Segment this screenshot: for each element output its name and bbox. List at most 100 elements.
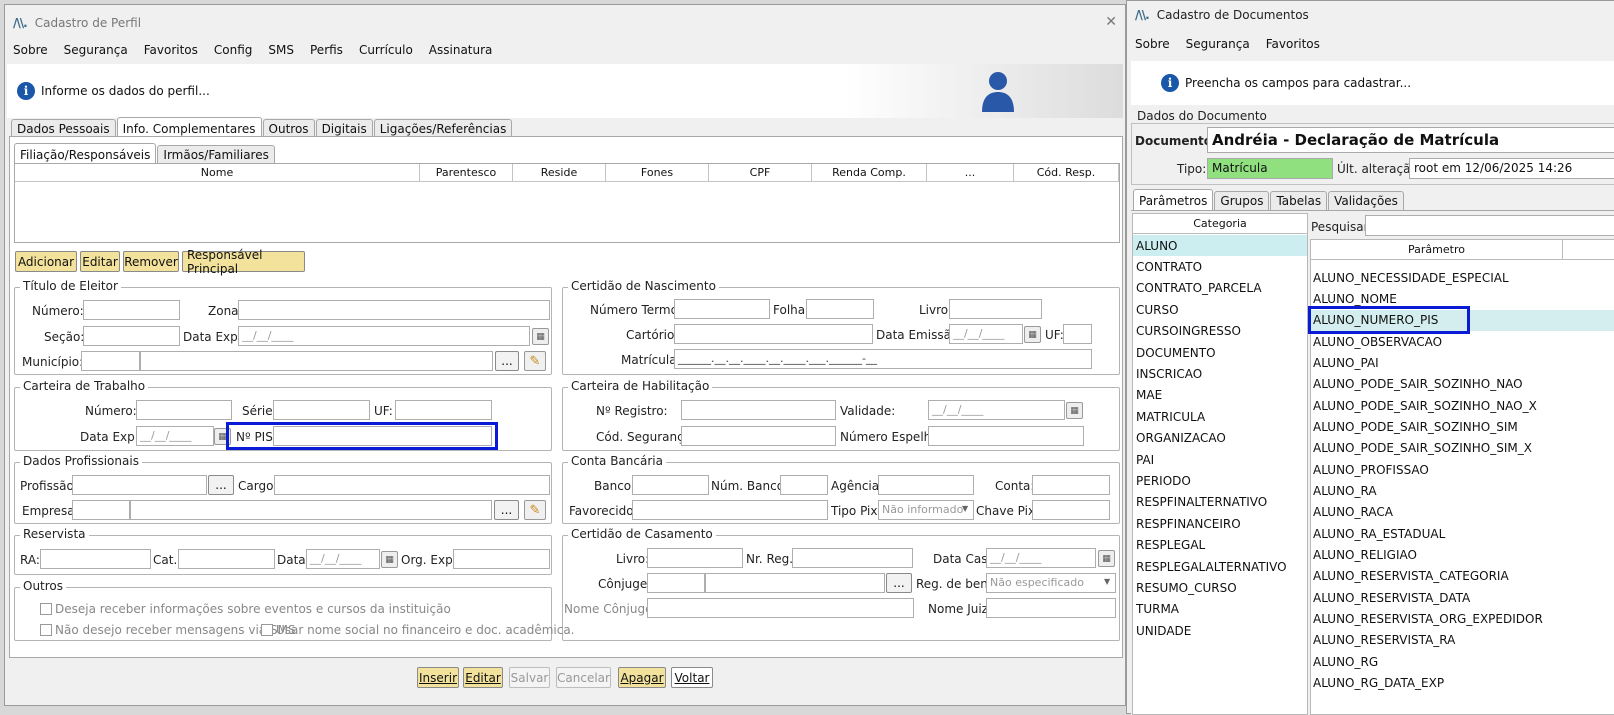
cnh-codseg-input[interactable] — [681, 426, 836, 446]
inserir-button[interactable]: Inserir — [417, 667, 459, 688]
ctps-numero-input[interactable] — [136, 400, 232, 420]
parametro-item[interactable]: ALUNO_RG_DATA_EXP — [1311, 673, 1563, 694]
reservista-cat-input[interactable] — [178, 549, 275, 569]
menu-sms[interactable]: SMS — [268, 43, 294, 57]
parametro-item[interactable]: ALUNO_RA_ESTADUAL — [1311, 523, 1563, 544]
chave-pix-input[interactable] — [1032, 500, 1110, 520]
reg-bens-select[interactable]: Não especificado — [986, 573, 1116, 593]
col-reside[interactable]: Reside — [513, 164, 606, 182]
parametro-item[interactable]: ALUNO_PODE_SAIR_SOZINHO_NAO — [1311, 374, 1563, 395]
categoria-item[interactable]: TURMA — [1133, 599, 1307, 620]
conjuge-code-input[interactable] — [647, 573, 705, 593]
calendar-icon[interactable]: ▦ — [1024, 326, 1041, 343]
data-emissao-input[interactable]: __/__/____ — [949, 324, 1023, 344]
parametro-item[interactable]: ALUNO_PODE_SAIR_SOZINHO_SIM_X — [1311, 438, 1563, 459]
responsaveis-grid[interactable]: Nome Parentesco Reside Fones CPF Renda C… — [14, 163, 1120, 243]
col-cpf[interactable]: CPF — [709, 164, 812, 182]
categoria-item[interactable]: RESPFINALTERNATIVO — [1133, 492, 1307, 513]
conjuge-name-input[interactable] — [705, 573, 885, 593]
menu-seguranca[interactable]: Segurança — [1186, 37, 1250, 51]
cartorio-input[interactable] — [674, 324, 873, 344]
titulo-numero-input[interactable] — [83, 300, 180, 320]
categoria-item[interactable]: CURSO — [1133, 299, 1307, 320]
categoria-item[interactable]: CURSOINGRESSO — [1133, 321, 1307, 342]
categoria-item[interactable]: PERIODO — [1133, 470, 1307, 491]
categoria-item[interactable]: UNIDADE — [1133, 620, 1307, 641]
nome-juiz-input[interactable] — [986, 598, 1116, 618]
empresa-search-button[interactable]: ... — [494, 500, 519, 520]
salvar-button[interactable]: Salvar — [509, 667, 550, 688]
categoria-item[interactable]: MAE — [1133, 385, 1307, 406]
parametro-item[interactable]: ALUNO_RESERVISTA_CATEGORIA — [1311, 566, 1563, 587]
pis-input[interactable] — [273, 426, 492, 446]
agencia-input[interactable] — [878, 475, 974, 495]
parametro-item[interactable]: ALUNO_OBSERVACAO — [1311, 331, 1563, 352]
titulo-secao-input[interactable] — [83, 326, 180, 346]
municipio-search-button[interactable]: ... — [495, 351, 519, 371]
titulo-zona-input[interactable] — [238, 300, 550, 320]
col-renda[interactable]: Renda Comp. — [812, 164, 927, 182]
menu-perfis[interactable]: Perfis — [310, 43, 343, 57]
categoria-item[interactable]: RESPLEGAL — [1133, 535, 1307, 556]
categoria-header[interactable]: Categoria — [1133, 214, 1307, 234]
profissao-search-button[interactable]: ... — [208, 475, 234, 495]
menu-seguranca[interactable]: Segurança — [64, 43, 128, 57]
parametro-item[interactable]: ALUNO_NECESSIDADE_ESPECIAL — [1311, 267, 1563, 288]
tab-parametros[interactable]: Parâmetros — [1133, 189, 1214, 210]
categoria-item[interactable]: CONTRATO — [1133, 256, 1307, 277]
folha-input[interactable] — [806, 299, 874, 319]
profissao-input[interactable] — [72, 475, 207, 495]
casamento-livro-input[interactable] — [647, 548, 743, 568]
parametro-item[interactable]: ALUNO_RELIGIAO — [1311, 545, 1563, 566]
calendar-icon[interactable]: ▦ — [1098, 550, 1115, 567]
tab-tabelas[interactable]: Tabelas — [1270, 191, 1328, 210]
calendar-icon[interactable]: ▦ — [381, 551, 398, 568]
nome-conjuge-input[interactable] — [647, 598, 914, 618]
parametro-item[interactable]: ALUNO_RACA — [1311, 502, 1563, 523]
nao-sms-checkbox[interactable] — [40, 624, 52, 636]
remover-button[interactable]: Remover — [123, 251, 179, 272]
tipo-input[interactable]: Matrícula — [1207, 158, 1333, 179]
categoria-item[interactable]: MATRICULA — [1133, 406, 1307, 427]
ctps-uf-input[interactable] — [395, 400, 492, 420]
empresa-edit-pencil-icon[interactable]: ✎ — [524, 500, 546, 520]
parametro-item[interactable]: ALUNO_RG — [1311, 651, 1563, 672]
editar-grid-button[interactable]: Editar — [80, 251, 120, 272]
municipio-name-input[interactable] — [140, 351, 493, 371]
col-fones[interactable]: Fones — [606, 164, 709, 182]
col-cod-resp[interactable]: Cód. Resp. — [1014, 164, 1119, 182]
categoria-item[interactable]: RESPFINANCEIRO — [1133, 513, 1307, 534]
ctps-dataexp-input[interactable]: __/__/____ — [136, 426, 214, 446]
menu-assinatura[interactable]: Assinatura — [429, 43, 493, 57]
menu-curriculo[interactable]: Currículo — [359, 43, 413, 57]
calendar-icon[interactable]: ▦ — [532, 328, 549, 345]
empresa-code-input[interactable] — [72, 500, 130, 520]
titulo-dataexp-input[interactable]: __/__/____ — [238, 326, 530, 346]
numero-termo-input[interactable] — [674, 299, 770, 319]
categoria-item[interactable]: DOCUMENTO — [1133, 342, 1307, 363]
categoria-item[interactable]: PAI — [1133, 449, 1307, 470]
reservista-org-input[interactable] — [453, 549, 550, 569]
voltar-button[interactable]: Voltar — [671, 667, 713, 688]
tab-grupos[interactable]: Grupos — [1214, 191, 1270, 210]
tab-irmaos-familiares[interactable]: Irmãos/Familiares — [157, 145, 275, 164]
livro-input[interactable] — [949, 299, 1042, 319]
municipio-code-input[interactable] — [81, 351, 140, 371]
cnh-registro-input[interactable] — [681, 400, 836, 420]
parametro-item[interactable]: ALUNO_PODE_SAIR_SOZINHO_NAO_X — [1311, 395, 1563, 416]
menu-favoritos[interactable]: Favoritos — [1266, 37, 1320, 51]
matricula-input[interactable]: ______.__.__.____.__.____.___.______-__ — [674, 349, 1092, 369]
close-icon[interactable]: ✕ — [1105, 14, 1117, 30]
responsavel-principal-button[interactable]: Responsável Principal — [182, 248, 305, 276]
categoria-list[interactable]: Categoria ALUNO CONTRATO CONTRATO_PARCELA C… — [1132, 213, 1308, 715]
cnh-validade-input[interactable]: __/__/____ — [928, 400, 1065, 420]
casamento-data-input[interactable]: __/__/____ — [986, 548, 1096, 568]
menu-sobre[interactable]: Sobre — [13, 43, 48, 57]
tab-validacoes[interactable]: Validações — [1328, 191, 1404, 210]
categoria-item[interactable]: CONTRATO_PARCELA — [1133, 278, 1307, 299]
favorecido-input[interactable] — [632, 500, 828, 520]
menu-sobre[interactable]: Sobre — [1135, 37, 1170, 51]
parametro-header[interactable]: Parâmetro — [1311, 240, 1563, 260]
categoria-item[interactable]: ALUNO — [1133, 235, 1307, 256]
conta-input[interactable] — [1032, 475, 1110, 495]
